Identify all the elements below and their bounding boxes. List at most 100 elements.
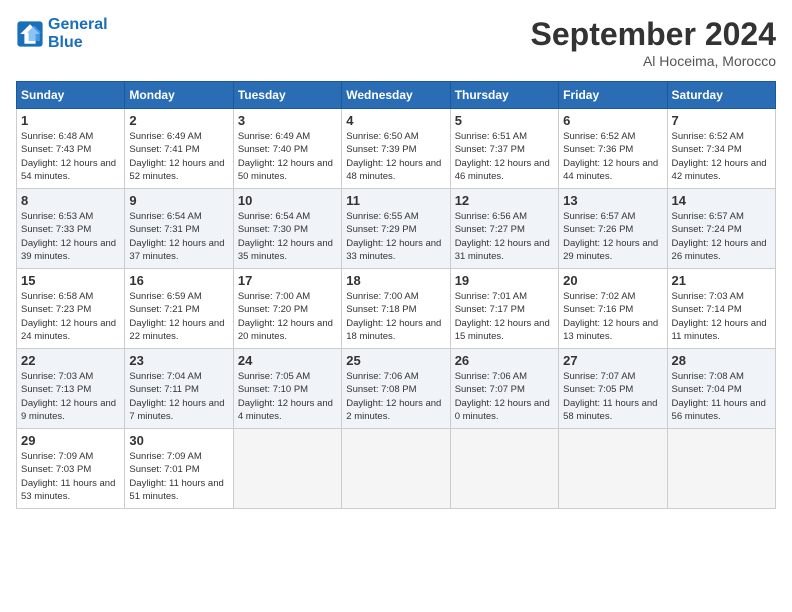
calendar-cell: 14 Sunrise: 6:57 AM Sunset: 7:24 PM Dayli… xyxy=(667,189,775,269)
day-number: 14 xyxy=(672,193,771,208)
day-info: Sunrise: 6:52 AM Sunset: 7:36 PM Dayligh… xyxy=(563,130,662,183)
day-info: Sunrise: 7:00 AM Sunset: 7:20 PM Dayligh… xyxy=(238,290,337,343)
day-info: Sunrise: 6:58 AM Sunset: 7:23 PM Dayligh… xyxy=(21,290,120,343)
calendar-cell: 9 Sunrise: 6:54 AM Sunset: 7:31 PM Daylig… xyxy=(125,189,233,269)
day-info: Sunrise: 6:49 AM Sunset: 7:40 PM Dayligh… xyxy=(238,130,337,183)
calendar-cell: 23 Sunrise: 7:04 AM Sunset: 7:11 PM Dayli… xyxy=(125,349,233,429)
calendar-cell xyxy=(559,429,667,509)
calendar-cell: 4 Sunrise: 6:50 AM Sunset: 7:39 PM Daylig… xyxy=(342,109,450,189)
calendar-row: 22 Sunrise: 7:03 AM Sunset: 7:13 PM Dayli… xyxy=(17,349,776,429)
day-number: 25 xyxy=(346,353,445,368)
day-number: 22 xyxy=(21,353,120,368)
calendar-cell: 20 Sunrise: 7:02 AM Sunset: 7:16 PM Dayli… xyxy=(559,269,667,349)
day-number: 2 xyxy=(129,113,228,128)
day-number: 7 xyxy=(672,113,771,128)
calendar-cell: 30 Sunrise: 7:09 AM Sunset: 7:01 PM Dayli… xyxy=(125,429,233,509)
day-number: 4 xyxy=(346,113,445,128)
day-number: 6 xyxy=(563,113,662,128)
day-info: Sunrise: 7:01 AM Sunset: 7:17 PM Dayligh… xyxy=(455,290,554,343)
day-number: 12 xyxy=(455,193,554,208)
weekday-header: Sunday xyxy=(17,82,125,109)
calendar-cell: 8 Sunrise: 6:53 AM Sunset: 7:33 PM Daylig… xyxy=(17,189,125,269)
calendar-cell: 6 Sunrise: 6:52 AM Sunset: 7:36 PM Daylig… xyxy=(559,109,667,189)
calendar-cell: 28 Sunrise: 7:08 AM Sunset: 7:04 PM Dayli… xyxy=(667,349,775,429)
calendar-row: 8 Sunrise: 6:53 AM Sunset: 7:33 PM Daylig… xyxy=(17,189,776,269)
day-info: Sunrise: 6:56 AM Sunset: 7:27 PM Dayligh… xyxy=(455,210,554,263)
day-info: Sunrise: 6:57 AM Sunset: 7:26 PM Dayligh… xyxy=(563,210,662,263)
day-info: Sunrise: 7:09 AM Sunset: 7:03 PM Dayligh… xyxy=(21,450,120,503)
day-number: 8 xyxy=(21,193,120,208)
calendar-row: 29Sunrise: 7:09 AM Sunset: 7:03 PM Dayli… xyxy=(17,429,776,509)
calendar-cell: 26 Sunrise: 7:06 AM Sunset: 7:07 PM Dayli… xyxy=(450,349,558,429)
day-number: 17 xyxy=(238,273,337,288)
day-info: Sunrise: 6:59 AM Sunset: 7:21 PM Dayligh… xyxy=(129,290,228,343)
calendar-header-row: SundayMondayTuesdayWednesdayThursdayFrid… xyxy=(17,82,776,109)
calendar-table: SundayMondayTuesdayWednesdayThursdayFrid… xyxy=(16,81,776,509)
day-info: Sunrise: 6:54 AM Sunset: 7:31 PM Dayligh… xyxy=(129,210,228,263)
weekday-header: Saturday xyxy=(667,82,775,109)
day-info: Sunrise: 6:51 AM Sunset: 7:37 PM Dayligh… xyxy=(455,130,554,183)
weekday-header: Friday xyxy=(559,82,667,109)
calendar-cell: 12 Sunrise: 6:56 AM Sunset: 7:27 PM Dayli… xyxy=(450,189,558,269)
calendar-cell: 17 Sunrise: 7:00 AM Sunset: 7:20 PM Dayli… xyxy=(233,269,341,349)
day-number: 28 xyxy=(672,353,771,368)
day-number: 18 xyxy=(346,273,445,288)
calendar-cell xyxy=(450,429,558,509)
day-info: Sunrise: 6:55 AM Sunset: 7:29 PM Dayligh… xyxy=(346,210,445,263)
calendar-cell: 2Sunrise: 6:49 AM Sunset: 7:41 PM Daylig… xyxy=(125,109,233,189)
weekday-header: Tuesday xyxy=(233,82,341,109)
logo-icon xyxy=(16,20,44,48)
day-info: Sunrise: 7:05 AM Sunset: 7:10 PM Dayligh… xyxy=(238,370,337,423)
weekday-header: Thursday xyxy=(450,82,558,109)
calendar-cell: 7 Sunrise: 6:52 AM Sunset: 7:34 PM Daylig… xyxy=(667,109,775,189)
calendar-cell: 13 Sunrise: 6:57 AM Sunset: 7:26 PM Dayli… xyxy=(559,189,667,269)
calendar-cell: 19Sunrise: 7:01 AM Sunset: 7:17 PM Dayli… xyxy=(450,269,558,349)
day-number: 21 xyxy=(672,273,771,288)
day-info: Sunrise: 7:09 AM Sunset: 7:01 PM Dayligh… xyxy=(129,450,228,503)
day-info: Sunrise: 7:03 AM Sunset: 7:13 PM Dayligh… xyxy=(21,370,120,423)
logo-text: General Blue xyxy=(48,16,108,52)
day-info: Sunrise: 7:06 AM Sunset: 7:08 PM Dayligh… xyxy=(346,370,445,423)
calendar-cell: 29Sunrise: 7:09 AM Sunset: 7:03 PM Dayli… xyxy=(17,429,125,509)
day-number: 16 xyxy=(129,273,228,288)
location-title: Al Hoceima, Morocco xyxy=(531,53,776,69)
day-info: Sunrise: 7:00 AM Sunset: 7:18 PM Dayligh… xyxy=(346,290,445,343)
day-info: Sunrise: 6:53 AM Sunset: 7:33 PM Dayligh… xyxy=(21,210,120,263)
day-number: 30 xyxy=(129,433,228,448)
calendar-cell: 24Sunrise: 7:05 AM Sunset: 7:10 PM Dayli… xyxy=(233,349,341,429)
header: General Blue September 2024 Al Hoceima, … xyxy=(16,16,776,69)
day-number: 13 xyxy=(563,193,662,208)
day-number: 11 xyxy=(346,193,445,208)
calendar-cell: 3 Sunrise: 6:49 AM Sunset: 7:40 PM Daylig… xyxy=(233,109,341,189)
calendar-cell xyxy=(233,429,341,509)
day-number: 20 xyxy=(563,273,662,288)
weekday-header: Wednesday xyxy=(342,82,450,109)
day-info: Sunrise: 7:04 AM Sunset: 7:11 PM Dayligh… xyxy=(129,370,228,423)
calendar-cell: 11 Sunrise: 6:55 AM Sunset: 7:29 PM Dayli… xyxy=(342,189,450,269)
day-info: Sunrise: 6:52 AM Sunset: 7:34 PM Dayligh… xyxy=(672,130,771,183)
month-title: September 2024 xyxy=(531,16,776,53)
calendar-cell: 25 Sunrise: 7:06 AM Sunset: 7:08 PM Dayli… xyxy=(342,349,450,429)
calendar-cell: 1Sunrise: 6:48 AM Sunset: 7:43 PM Daylig… xyxy=(17,109,125,189)
weekday-header: Monday xyxy=(125,82,233,109)
calendar-cell: 18 Sunrise: 7:00 AM Sunset: 7:18 PM Dayli… xyxy=(342,269,450,349)
calendar-cell: 27Sunrise: 7:07 AM Sunset: 7:05 PM Dayli… xyxy=(559,349,667,429)
calendar-cell: 10Sunrise: 6:54 AM Sunset: 7:30 PM Dayli… xyxy=(233,189,341,269)
day-info: Sunrise: 7:02 AM Sunset: 7:16 PM Dayligh… xyxy=(563,290,662,343)
day-number: 15 xyxy=(21,273,120,288)
calendar-cell: 22 Sunrise: 7:03 AM Sunset: 7:13 PM Dayli… xyxy=(17,349,125,429)
day-info: Sunrise: 6:57 AM Sunset: 7:24 PM Dayligh… xyxy=(672,210,771,263)
calendar-cell xyxy=(667,429,775,509)
day-info: Sunrise: 7:08 AM Sunset: 7:04 PM Dayligh… xyxy=(672,370,771,423)
day-number: 9 xyxy=(129,193,228,208)
calendar-body: 1Sunrise: 6:48 AM Sunset: 7:43 PM Daylig… xyxy=(17,109,776,509)
calendar-cell: 16 Sunrise: 6:59 AM Sunset: 7:21 PM Dayli… xyxy=(125,269,233,349)
day-info: Sunrise: 7:06 AM Sunset: 7:07 PM Dayligh… xyxy=(455,370,554,423)
day-info: Sunrise: 7:07 AM Sunset: 7:05 PM Dayligh… xyxy=(563,370,662,423)
day-number: 23 xyxy=(129,353,228,368)
day-number: 26 xyxy=(455,353,554,368)
calendar-row: 15 Sunrise: 6:58 AM Sunset: 7:23 PM Dayli… xyxy=(17,269,776,349)
day-number: 3 xyxy=(238,113,337,128)
day-number: 10 xyxy=(238,193,337,208)
day-info: Sunrise: 6:50 AM Sunset: 7:39 PM Dayligh… xyxy=(346,130,445,183)
